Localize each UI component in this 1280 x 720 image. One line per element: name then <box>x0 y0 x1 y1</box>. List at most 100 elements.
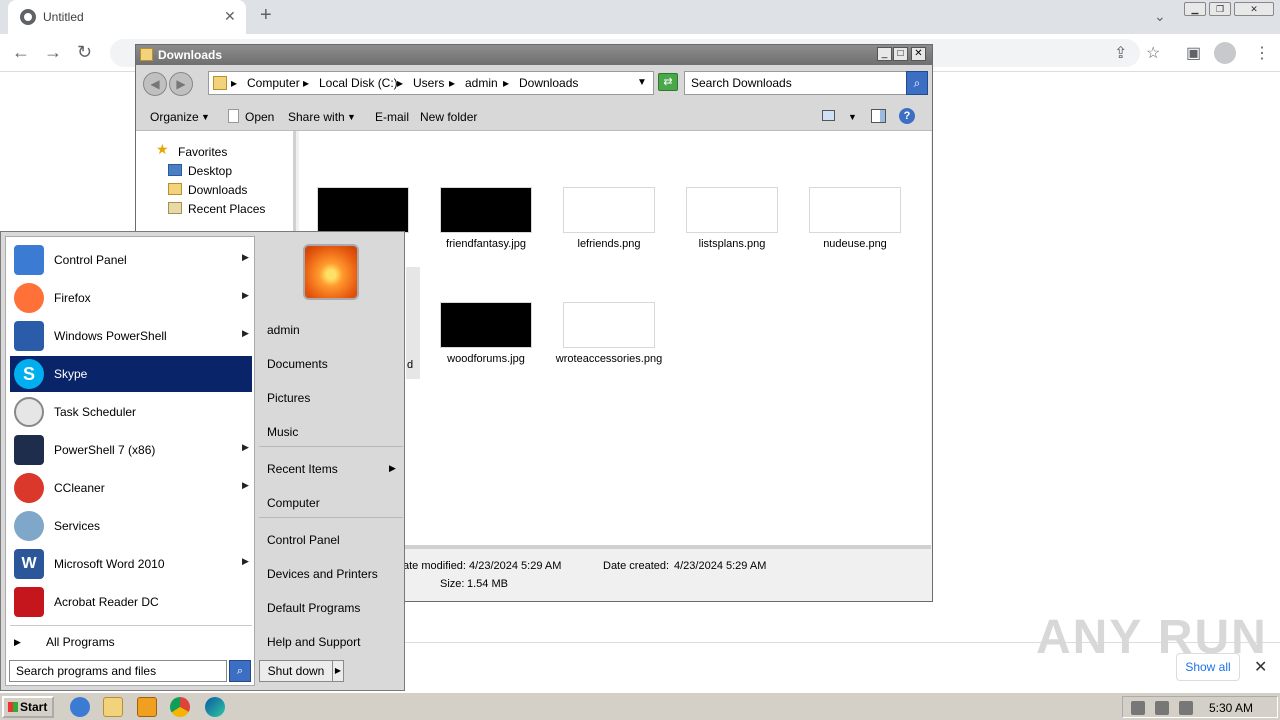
start-search-input[interactable]: Search programs and files <box>9 660 227 682</box>
place-pictures[interactable]: Pictures <box>267 391 310 405</box>
place-devices-and-printers[interactable]: Devices and Printers <box>267 567 378 581</box>
program-acrobat-reader[interactable]: Acrobat Reader DC <box>10 584 252 620</box>
reload-icon[interactable]: ↻ <box>77 42 92 63</box>
breadcrumb[interactable]: ▸ Computer ▸ Local Disk (C:) ▸ Users ▸ a… <box>208 71 654 95</box>
edge-icon[interactable] <box>205 697 225 717</box>
tab-close-icon[interactable]: ✕ <box>224 8 236 25</box>
program-microsoft-word[interactable]: W Microsoft Word 2010 ▶ <box>10 546 252 582</box>
program-task-scheduler[interactable]: Task Scheduler <box>10 394 252 430</box>
file-explorer-icon[interactable] <box>103 697 123 717</box>
media-player-icon[interactable] <box>137 697 157 717</box>
nav-favorites[interactable]: Favorites <box>178 145 227 159</box>
email-button[interactable]: E-mail <box>375 110 409 124</box>
breadcrumb-computer[interactable]: Computer <box>247 76 300 90</box>
program-windows-powershell[interactable]: Windows PowerShell ▶ <box>10 318 252 354</box>
back-button[interactable]: ◀ <box>143 72 167 96</box>
open-button[interactable]: Open <box>245 110 274 124</box>
tab-search-icon[interactable]: ⌄ <box>1154 8 1166 25</box>
preview-pane-icon[interactable] <box>871 109 886 123</box>
file-thumbnail[interactable] <box>809 187 901 233</box>
search-icon[interactable]: ⌕ <box>906 71 928 95</box>
share-icon[interactable]: ⇪ <box>1114 43 1127 63</box>
file-name[interactable]: friendfantasy.jpg <box>426 238 546 251</box>
nav-recent-places[interactable]: Recent Places <box>188 202 265 216</box>
program-ccleaner[interactable]: CCleaner ▶ <box>10 470 252 506</box>
organize-button[interactable]: Organize <box>150 110 199 124</box>
nav-desktop[interactable]: Desktop <box>188 164 232 178</box>
breadcrumb-separator-icon[interactable]: ▸ <box>303 76 309 90</box>
chevron-down-icon[interactable]: ▼ <box>637 77 647 88</box>
program-firefox[interactable]: Firefox ▶ <box>10 280 252 316</box>
program-control-panel[interactable]: Control Panel ▶ <box>10 242 252 278</box>
new-folder-button[interactable]: New folder <box>420 110 477 124</box>
help-icon[interactable]: ? <box>899 108 915 124</box>
refresh-icon[interactable]: ⇄ <box>658 73 678 91</box>
place-music[interactable]: Music <box>267 425 298 439</box>
file-thumbnail[interactable] <box>317 187 409 233</box>
place-control-panel[interactable]: Control Panel <box>267 533 340 547</box>
file-thumbnail[interactable] <box>440 187 532 233</box>
restore-button[interactable]: ❐ <box>1209 2 1231 16</box>
all-programs-button[interactable]: All Programs <box>46 635 115 649</box>
chevron-down-icon[interactable]: ▼ <box>347 112 356 122</box>
forward-arrow-icon[interactable]: → <box>44 42 62 63</box>
share-with-button[interactable]: Share with <box>288 110 345 124</box>
file-name[interactable]: lefriends.png <box>549 238 669 251</box>
breadcrumb-downloads[interactable]: Downloads <box>519 76 578 90</box>
search-icon[interactable]: ⌕ <box>229 660 251 682</box>
breadcrumb-separator-icon[interactable]: ▸ <box>397 76 403 90</box>
place-default-programs[interactable]: Default Programs <box>267 601 360 615</box>
search-input[interactable]: Search Downloads <box>684 71 908 95</box>
shut-down-options-icon[interactable]: ▶ <box>332 660 344 682</box>
breadcrumb-admin[interactable]: admin <box>465 76 498 90</box>
profile-avatar-icon[interactable] <box>1214 42 1236 64</box>
internet-explorer-icon[interactable] <box>70 697 90 717</box>
chrome-icon[interactable] <box>170 697 190 717</box>
file-thumbnail[interactable] <box>686 187 778 233</box>
menu-kebab-icon[interactable]: ⋮ <box>1254 43 1270 63</box>
chevron-down-icon[interactable]: ▼ <box>848 112 857 122</box>
file-name[interactable]: woodforums.jpg <box>426 353 546 366</box>
file-name[interactable]: listsplans.png <box>672 238 792 251</box>
explorer-title-bar[interactable]: Downloads _ □ ✕ <box>136 45 932 65</box>
place-help-and-support[interactable]: Help and Support <box>267 635 360 649</box>
minimize-button[interactable]: ▁ <box>1184 2 1206 16</box>
file-thumbnail[interactable] <box>440 302 532 348</box>
place-recent-items[interactable]: Recent Items <box>267 462 338 476</box>
forward-button[interactable]: ▶ <box>169 72 193 96</box>
program-skype[interactable]: S Skype <box>10 356 252 392</box>
start-button[interactable]: Start <box>2 696 54 718</box>
place-computer[interactable]: Computer <box>267 496 320 510</box>
nav-downloads[interactable]: Downloads <box>188 183 247 197</box>
file-name[interactable]: nudeuse.png <box>795 238 915 251</box>
network-icon[interactable] <box>1155 701 1169 715</box>
user-avatar[interactable] <box>303 244 359 300</box>
program-powershell-7[interactable]: PowerShell 7 (x86) ▶ <box>10 432 252 468</box>
close-window-button[interactable]: ✕ <box>1234 2 1274 16</box>
file-thumbnail[interactable] <box>563 302 655 348</box>
chevron-down-icon[interactable]: ▼ <box>201 112 210 122</box>
program-services[interactable]: Services <box>10 508 252 544</box>
close-button[interactable]: ✕ <box>911 47 926 61</box>
minimize-button[interactable]: _ <box>877 47 892 61</box>
selected-file-highlight[interactable]: d <box>406 267 420 379</box>
action-center-flag-icon[interactable] <box>1179 701 1193 715</box>
side-panel-icon[interactable]: ▣ <box>1186 43 1201 63</box>
view-icon[interactable] <box>822 110 835 121</box>
volume-icon[interactable] <box>1131 701 1145 715</box>
file-thumbnail[interactable] <box>563 187 655 233</box>
clock[interactable]: 5:30 AM <box>1209 701 1253 715</box>
breadcrumb-local-disk[interactable]: Local Disk (C:) <box>319 76 398 90</box>
breadcrumb-users[interactable]: Users <box>413 76 444 90</box>
browser-tab[interactable]: Untitled ✕ <box>8 0 246 34</box>
new-tab-button[interactable]: + <box>260 4 272 27</box>
breadcrumb-separator-icon[interactable]: ▸ <box>449 76 455 90</box>
file-name[interactable]: wroteaccessories.png <box>549 353 669 366</box>
place-documents[interactable]: Documents <box>267 357 328 371</box>
back-arrow-icon[interactable]: ← <box>12 42 30 63</box>
maximize-button[interactable]: □ <box>893 47 908 61</box>
bookmark-star-icon[interactable]: ☆ <box>1146 43 1160 63</box>
breadcrumb-separator-icon[interactable]: ▸ <box>231 76 237 90</box>
shut-down-button[interactable]: Shut down <box>259 660 333 682</box>
breadcrumb-separator-icon[interactable]: ▸ <box>503 76 509 90</box>
